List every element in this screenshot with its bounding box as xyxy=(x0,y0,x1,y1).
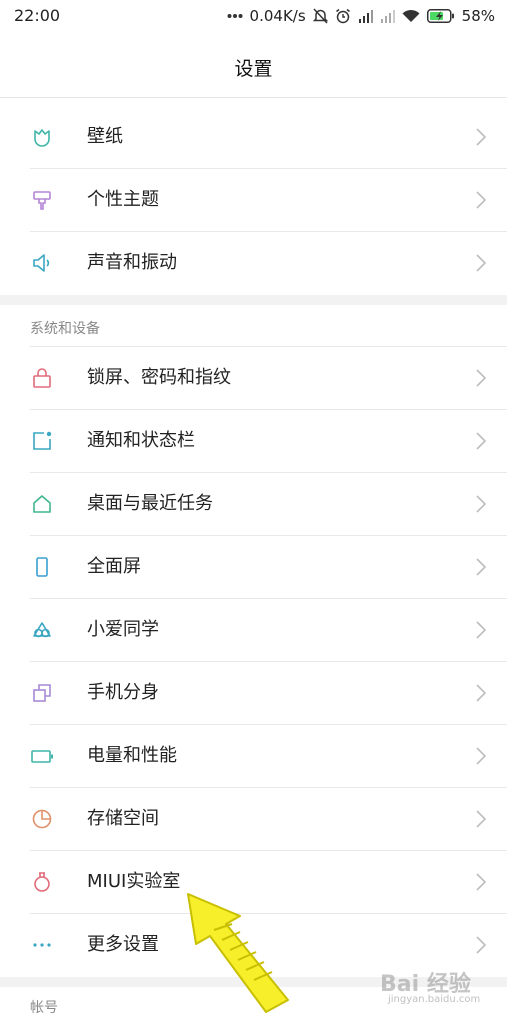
status-icons: 0.04K/s 58% xyxy=(227,5,495,27)
xiaoai-icon xyxy=(30,618,54,642)
settings-item-label: 桌面与最近任务 xyxy=(87,493,213,514)
theme-brush-icon xyxy=(30,188,54,212)
page-title: 设置 xyxy=(234,58,273,80)
chevron-right-icon xyxy=(475,810,487,828)
settings-item-label: 个性主题 xyxy=(87,189,159,210)
settings-item-label: 电量和性能 xyxy=(87,745,177,766)
settings-item-theme[interactable]: 个性主题 xyxy=(0,169,507,232)
settings-item-label: 壁纸 xyxy=(87,126,123,147)
fullscreen-phone-icon xyxy=(30,555,54,579)
chevron-right-icon xyxy=(475,558,487,576)
chevron-right-icon xyxy=(475,254,487,272)
chevron-right-icon xyxy=(475,432,487,450)
top-spacer xyxy=(0,98,507,106)
alarm-icon xyxy=(335,8,351,24)
settings-item-lockscreen[interactable]: 锁屏、密码和指纹 xyxy=(0,347,507,410)
wallpaper-icon xyxy=(30,125,54,149)
settings-item-miui-lab[interactable]: MIUI实验室 xyxy=(0,851,507,914)
lab-flask-icon xyxy=(30,870,54,894)
section-title: 系统和设备 xyxy=(30,321,100,337)
lock-icon xyxy=(30,366,54,390)
storage-pie-icon xyxy=(30,807,54,831)
wifi-icon xyxy=(402,9,420,23)
settings-list[interactable]: 壁纸 个性主题 声音和振动 系统和设备 锁屏、密码和指纹 通知和状态栏 桌面与最… xyxy=(0,98,507,1014)
status-bar: 22:00 0.04K/s 58% xyxy=(0,0,507,32)
settings-item-storage[interactable]: 存储空间 xyxy=(0,788,507,851)
settings-item-fullscreen[interactable]: 全面屏 xyxy=(0,536,507,599)
mute-bell-icon xyxy=(312,8,328,24)
settings-item-home[interactable]: 桌面与最近任务 xyxy=(0,473,507,536)
dual-space-icon xyxy=(30,681,54,705)
settings-item-label: 锁屏、密码和指纹 xyxy=(87,367,231,388)
settings-item-wallpaper[interactable]: 壁纸 xyxy=(0,106,507,169)
signal-icon xyxy=(358,9,373,23)
settings-item-xiaoai[interactable]: 小爱同学 xyxy=(0,599,507,662)
chevron-right-icon xyxy=(475,936,487,954)
settings-item-label: 存储空间 xyxy=(87,808,159,829)
chevron-right-icon xyxy=(475,747,487,765)
settings-item-label: 手机分身 xyxy=(87,682,159,703)
status-time: 22:00 xyxy=(14,6,61,25)
chevron-right-icon xyxy=(475,191,487,209)
app-bar: 设置 xyxy=(0,32,507,98)
battery-icon xyxy=(426,9,455,23)
section-title: 帐号 xyxy=(30,1000,58,1014)
more-icon xyxy=(30,933,54,957)
settings-item-dual-space[interactable]: 手机分身 xyxy=(0,662,507,725)
section-gap xyxy=(0,295,507,305)
speaker-icon xyxy=(30,251,54,275)
battery-perf-icon xyxy=(30,744,54,768)
chevron-right-icon xyxy=(475,684,487,702)
settings-item-sound[interactable]: 声音和振动 xyxy=(0,232,507,295)
signal-icon xyxy=(380,9,395,23)
notification-icon xyxy=(30,429,54,453)
settings-item-notification[interactable]: 通知和状态栏 xyxy=(0,410,507,473)
chevron-right-icon xyxy=(475,128,487,146)
chevron-right-icon xyxy=(475,495,487,513)
chevron-right-icon xyxy=(475,369,487,387)
settings-item-label: 全面屏 xyxy=(87,556,141,577)
settings-item-label: 小爱同学 xyxy=(87,619,159,640)
chevron-right-icon xyxy=(475,621,487,639)
watermark-sub: jingyan.baidu.com xyxy=(388,994,481,1005)
settings-item-label: 通知和状态栏 xyxy=(87,430,195,451)
settings-item-label: 更多设置 xyxy=(87,934,159,955)
watermark-logo: Bai 经验 jingyan.baidu.com xyxy=(380,960,507,1014)
more-dots-icon xyxy=(227,13,243,19)
battery-percent: 58% xyxy=(461,7,495,25)
settings-item-label: 声音和振动 xyxy=(87,252,177,273)
network-speed: 0.04K/s xyxy=(249,7,306,25)
settings-item-battery[interactable]: 电量和性能 xyxy=(0,725,507,788)
section-header-system: 系统和设备 xyxy=(0,305,507,347)
home-icon xyxy=(30,492,54,516)
settings-item-label: MIUI实验室 xyxy=(87,871,181,892)
chevron-right-icon xyxy=(475,873,487,891)
